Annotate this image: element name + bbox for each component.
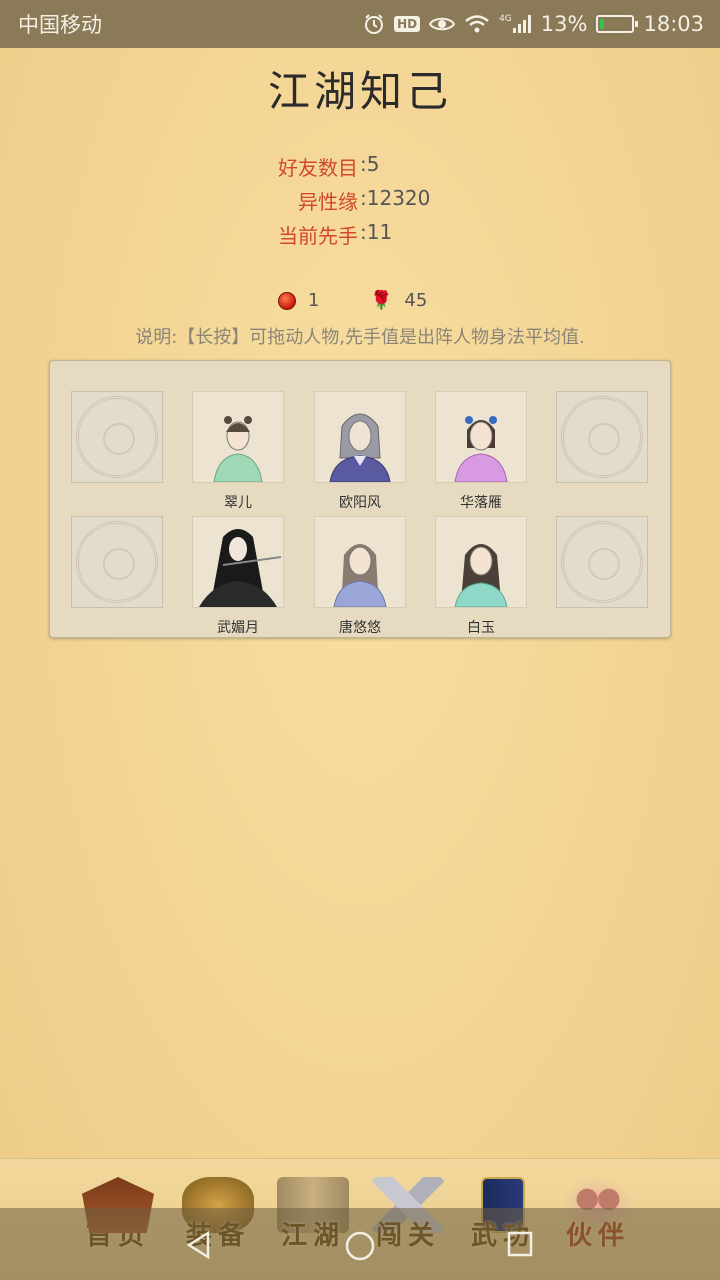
clock: 18:03 bbox=[643, 12, 704, 36]
stat-value: :11 bbox=[360, 220, 393, 244]
rose-counter: 🌹 45 bbox=[370, 290, 427, 311]
back-icon[interactable] bbox=[184, 1230, 214, 1264]
portrait-hualuoyan[interactable] bbox=[435, 391, 527, 483]
character-name: 武媚月 bbox=[217, 620, 259, 636]
system-nav-bar bbox=[0, 1208, 720, 1280]
seal-icon bbox=[561, 396, 643, 478]
portrait-ouyangfeng[interactable] bbox=[314, 391, 406, 483]
portrait-cuier[interactable] bbox=[192, 391, 284, 483]
status-icons: HD 4G 13% 18:03 bbox=[363, 12, 704, 36]
eye-icon bbox=[429, 15, 456, 33]
portrait-tangyouyou[interactable] bbox=[314, 516, 406, 608]
signal-icon: 4G bbox=[499, 14, 532, 34]
home-circle-icon[interactable] bbox=[344, 1230, 376, 1266]
seal-icon bbox=[76, 396, 158, 478]
stat-label: 异性缘 bbox=[298, 190, 358, 214]
stat-friend-count: 好友数目 :5 bbox=[0, 152, 720, 186]
stat-charm: 异性缘 :12320 bbox=[0, 186, 720, 220]
seal-icon bbox=[561, 521, 643, 603]
hd-badge: HD bbox=[394, 16, 421, 32]
character-portrait-icon bbox=[454, 544, 508, 607]
rose-icon: 🌹 bbox=[370, 290, 393, 311]
stat-value: :5 bbox=[360, 152, 380, 176]
portrait-wumeiyue[interactable] bbox=[192, 516, 284, 608]
empty-slot[interactable] bbox=[71, 391, 163, 483]
seal-icon bbox=[76, 521, 158, 603]
team-panel: 翠儿 欧阳风 华落雁 武媚月 唐悠悠 白玉 bbox=[49, 360, 671, 638]
status-bar: 中国移动 HD 4G 13% 18:03 bbox=[0, 0, 720, 48]
alarm-icon bbox=[363, 13, 385, 35]
gem-counter: 1 bbox=[278, 290, 319, 311]
red-gem-icon bbox=[278, 291, 296, 310]
character-name: 翠儿 bbox=[224, 495, 252, 511]
resource-bar: 1 🌹 45 bbox=[0, 290, 720, 316]
carrier-label: 中国移动 bbox=[18, 13, 102, 37]
rose-count: 45 bbox=[404, 290, 428, 311]
page-title: 江湖知己 bbox=[267, 67, 452, 116]
recents-icon[interactable] bbox=[506, 1230, 534, 1262]
battery-icon bbox=[596, 15, 639, 33]
character-name: 华落雁 bbox=[460, 495, 502, 511]
character-portrait-icon bbox=[329, 413, 391, 482]
battery-percent: 13% bbox=[540, 12, 588, 36]
gem-count: 1 bbox=[308, 290, 320, 311]
empty-slot[interactable] bbox=[556, 516, 648, 608]
hint-text: 说明:【长按】可拖动人物,先手值是出阵人物身法平均值. bbox=[135, 327, 585, 348]
stat-label: 当前先手 bbox=[278, 224, 358, 248]
portrait-baiyu[interactable] bbox=[435, 516, 527, 608]
character-portrait-icon bbox=[333, 544, 387, 607]
character-portrait-icon bbox=[454, 416, 508, 482]
empty-slot[interactable] bbox=[71, 516, 163, 608]
stat-initiative: 当前先手 :11 bbox=[0, 220, 720, 254]
empty-slot[interactable] bbox=[556, 391, 648, 483]
character-name: 白玉 bbox=[467, 620, 495, 636]
character-name: 欧阳风 bbox=[339, 495, 381, 511]
character-portrait-icon bbox=[199, 529, 282, 607]
stat-label: 好友数目 bbox=[278, 156, 358, 180]
character-name: 唐悠悠 bbox=[339, 620, 381, 636]
wifi-icon bbox=[464, 14, 490, 34]
character-portrait-icon bbox=[213, 416, 263, 482]
stat-value: :12320 bbox=[360, 186, 431, 210]
